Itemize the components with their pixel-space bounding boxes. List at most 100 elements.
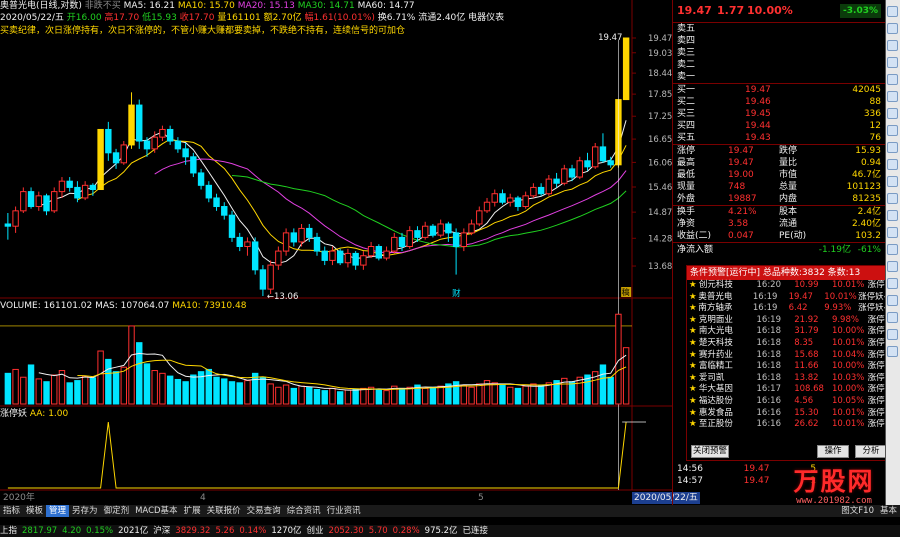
indicator-title: 涨停妖 (0, 409, 28, 419)
toolbar-icon-3[interactable] (887, 40, 898, 51)
candle-body (522, 195, 529, 208)
stat-value: 101123 (846, 182, 881, 192)
toolbar-icon-9[interactable] (887, 142, 898, 153)
tab-item[interactable]: 行业资讯 (324, 505, 364, 517)
tab-f10[interactable]: 图文F10 (838, 505, 877, 517)
bottom-tabs: 指标 模板 管理 另存为 御定剂 MACD基本 扩展 关联报价 交易查询 综合资讯 行业资讯 图文F1… (0, 505, 900, 517)
tab-basic[interactable]: 基本 (877, 505, 900, 517)
candle (321, 246, 328, 266)
price-tick-label: 17.25 (648, 112, 672, 122)
price-tick-label: 19.03 (648, 49, 672, 59)
status-item: 0.14% (239, 526, 267, 536)
alert-row[interactable]: ★ 福达股份 16:16 4.56 10.05% 涨停妖 (687, 396, 893, 408)
toolbar-icon-6[interactable] (887, 91, 898, 102)
toolbar-icon-19[interactable] (887, 312, 898, 323)
alert-row[interactable]: ★ 至正股份 16:16 26.62 10.01% 涨停妖 (687, 419, 893, 431)
close-alert-button[interactable]: 关闭预警 (691, 445, 729, 458)
tab-item[interactable]: 扩展 (181, 505, 204, 517)
candle-body (197, 172, 205, 186)
alert-price: 10.99 (794, 280, 819, 290)
tab-item[interactable]: 交易查询 (244, 505, 284, 517)
volume-header: VOLUME: 161101.02 MAS: 107064.07 MA10: 7… (0, 300, 400, 312)
alert-pct: 10.00% (831, 361, 865, 372)
tab-item[interactable]: 关联报价 (204, 505, 244, 517)
volume-bar (182, 381, 189, 405)
tab-item[interactable]: 御定剂 (101, 505, 133, 517)
candle-body (452, 232, 460, 247)
candle-body (136, 104, 143, 142)
toolbar-icon-15[interactable] (887, 244, 898, 255)
alert-window[interactable]: 条件预警[运行中] 总品种数:3832 条数:13 ★ 创元科技 16:20 10.9… (686, 265, 894, 461)
analyze-button[interactable]: 分析 (855, 445, 887, 458)
candle-body (561, 168, 568, 184)
tab-item[interactable]: 指标 (0, 505, 23, 517)
tab-item[interactable]: 综合资讯 (284, 505, 324, 517)
toolbar-icon-2[interactable] (887, 23, 898, 34)
tab-item[interactable]: 管理 (46, 505, 70, 517)
alert-row[interactable]: ★ 赛升药业 16:18 15.68 10.04% 涨停妖 (687, 350, 893, 362)
quote-badge: -3.03% (840, 4, 881, 18)
toolbar-icon-11[interactable] (887, 176, 898, 187)
alert-row[interactable]: ★ 楚天科技 16:18 8.35 10.01% 涨停妖 (687, 338, 893, 350)
toolbar-icon-7[interactable] (887, 108, 898, 119)
volume-bar (105, 358, 112, 405)
volume-bar (4, 372, 12, 405)
alert-row[interactable]: ★ 富临精工 16:18 11.66 10.00% 涨停妖 (687, 361, 893, 373)
candle (313, 232, 321, 256)
candle-body (537, 186, 545, 195)
status-item: 2052.30 (328, 526, 364, 536)
volume-bar (298, 385, 305, 405)
alert-list[interactable]: ★ 创元科技 16:20 10.99 10.01% 涨停妖 ★ 奥普光电 16:19 19.47 1… (687, 280, 893, 431)
quote-pct: 10.00% (747, 4, 793, 17)
candle-body (182, 148, 189, 158)
toolbar-icon-16[interactable] (887, 261, 898, 272)
alert-row[interactable]: ★ 创元科技 16:20 10.99 10.01% 涨停妖 (687, 280, 893, 292)
operate-button[interactable]: 操作 (817, 445, 849, 458)
toolbar-icon-17[interactable] (887, 278, 898, 289)
stat-label: 现量 (677, 182, 696, 192)
candle (20, 187, 27, 214)
candle (267, 260, 274, 295)
tab-item[interactable]: MACD基本 (132, 505, 180, 517)
stat-value: 3.58 (728, 219, 749, 229)
toolbar-icon-1[interactable] (887, 6, 898, 17)
sell-volume (813, 47, 881, 59)
alert-row[interactable]: ★ 奥普光电 16:19 19.47 10.01% 涨停妖-首 (687, 292, 893, 304)
tab-item[interactable]: 另存为 (69, 505, 101, 517)
toolbar-icon-18[interactable] (887, 295, 898, 306)
toolbar-icon-10[interactable] (887, 159, 898, 170)
kline-chart-area[interactable]: 奥普光电(日线,对数) 非跌不买 MA5: 16.21 MA10: 15.70 … (0, 0, 700, 505)
alert-row[interactable]: ★ 爱司凯 16:18 13.82 10.03% 涨停妖 (687, 373, 893, 385)
toolbar-icon-5[interactable] (887, 74, 898, 85)
candle-body (174, 140, 182, 150)
alert-row[interactable]: ★ 南方轴承 16:19 6.42 9.93% 涨停妖-首 (687, 303, 893, 315)
star-icon: ★ (689, 361, 697, 372)
alert-row[interactable]: ★ 南大光电 16:18 31.79 10.00% 涨停妖 (687, 326, 893, 338)
candle (81, 181, 89, 201)
buy-volume: 336 (863, 109, 881, 119)
candle-body (437, 223, 444, 236)
candle (190, 152, 197, 178)
alert-pct: 10.01% (824, 291, 857, 302)
toolbar-icon-12[interactable] (887, 193, 898, 204)
toolbar-icon-20[interactable] (887, 329, 898, 340)
toolbar-icon-13[interactable] (887, 210, 898, 221)
stat-value: 46.7亿 (851, 170, 881, 180)
toolbar-icon-21[interactable] (887, 346, 898, 357)
alert-row[interactable]: ★ 华大基因 16:17 108.68 10.00% 涨停妖 (687, 384, 893, 396)
candle (537, 183, 545, 196)
alert-row[interactable]: ★ 惠发食品 16:16 15.30 10.01% 涨停妖 (687, 408, 893, 420)
alert-pct: 10.00% (831, 384, 865, 395)
toolbar-icon-14[interactable] (887, 227, 898, 238)
volume-bar (282, 384, 290, 405)
toolbar-icon-8[interactable] (887, 125, 898, 136)
status-item: 0.28% (392, 526, 420, 536)
alert-row[interactable]: ★ 克明面业 16:19 21.92 9.98% 涨停妖 (687, 315, 893, 327)
tab-item[interactable]: 模板 (23, 505, 46, 517)
candle-body (530, 186, 537, 197)
toolbar-icon-4[interactable] (887, 57, 898, 68)
alert-title[interactable]: 条件预警[运行中] 总品种数:3832 条数:13 (687, 266, 893, 280)
stat-value: 19.47 (728, 158, 754, 168)
alert-price: 6.42 (788, 303, 808, 314)
candle-body (244, 241, 251, 247)
